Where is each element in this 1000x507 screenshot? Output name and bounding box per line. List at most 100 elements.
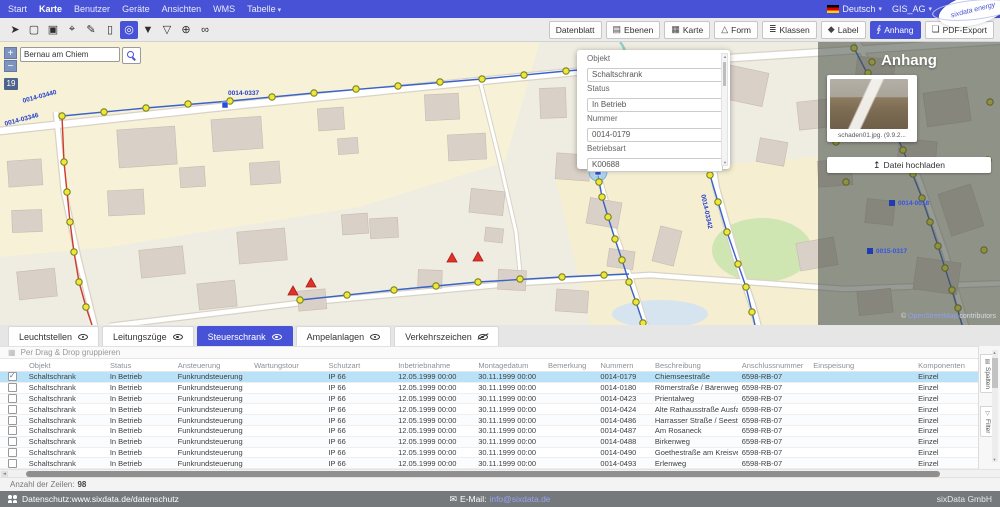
menu-item-geräte[interactable]: Geräte [122,4,150,14]
row-checkbox-cell [0,405,25,414]
column-header-anschlussnummer[interactable]: Anschlussnummer [738,361,810,370]
nummer-field[interactable] [587,128,723,142]
ebenen-icon: ▤ [613,24,622,35]
table-row[interactable]: SchaltschrankIn BetriebFunkrundsteuerung… [0,437,1000,448]
group-bar[interactable]: ▦ Per Drag & Drop gruppieren [0,346,1000,359]
eye-off-icon[interactable] [478,332,488,341]
menu-item-ansichten[interactable]: Ansichten [162,4,202,14]
row-checkbox[interactable] [8,459,17,468]
table-cell: Schaltschrank [25,383,106,392]
point-tool[interactable]: ⌖ [63,21,81,39]
email-link[interactable]: info@sixdata.de [489,494,550,504]
column-header-bemerkung[interactable]: Bemerkung [544,361,597,370]
table-row[interactable]: SchaltschrankIn BetriebFunkrundsteuerung… [0,415,1000,426]
eye-icon[interactable] [370,332,380,341]
edit-tool[interactable]: ✎ [82,21,100,39]
upload-file-button[interactable]: ↥ Datei hochladen [827,157,991,173]
tab-verkehrszeichen[interactable]: Verkehrszeichen [394,326,499,346]
search-input[interactable] [20,47,120,62]
row-checkbox[interactable] [8,426,17,435]
attachment-thumbnail[interactable] [830,79,908,129]
objekt-field[interactable] [587,68,723,82]
circle-select-tool[interactable]: ◎ [120,21,138,39]
table-row[interactable]: SchaltschrankIn BetriebFunkrundsteuerung… [0,448,1000,459]
anhang-button[interactable]: ∮Anhang [870,21,921,39]
measure-tool[interactable]: ⊕ [177,21,195,39]
table-row[interactable]: SchaltschrankIn BetriebFunkrundsteuerung… [0,426,1000,437]
menu-item-tabelle[interactable]: Tabelle ▾ [247,4,281,14]
zoom-out-button[interactable]: − [4,60,17,72]
horizontal-scrollbar[interactable]: ◂ [0,469,1000,477]
account-selector[interactable]: GIS_AG ▾ [892,4,932,14]
table-row[interactable]: SchaltschrankIn BetriebFunkrundsteuerung… [0,394,1000,405]
table-cell: 12.05.1999 00:00 [394,426,474,435]
menu-item-start[interactable]: Start [8,4,27,14]
column-header-ansteuerung[interactable]: Ansteuerung [174,361,250,370]
select-area-tool[interactable]: ▣ [44,21,62,39]
grid-header: ObjektStatusAnsteuerungWartungstourSchut… [0,359,1000,372]
table-cell: In Betrieb [106,426,174,435]
form-button[interactable]: △Form [714,21,758,39]
table-row[interactable]: SchaltschrankIn BetriebFunkrundsteuerung… [0,383,1000,394]
popup-scrollbar[interactable] [721,53,728,166]
row-checkbox[interactable] [8,437,17,446]
betriebsart-field[interactable] [587,158,723,172]
table-cell: Funkrundsteuerung [174,405,250,414]
vertical-scrollbar[interactable] [992,350,998,462]
filter-outline-tool[interactable]: ▽ [158,21,176,39]
menubar-items: Start Karte Benutzer Geräte Ansichten WMS Tabe… [8,4,281,14]
table-row[interactable]: SchaltschrankIn BetriebFunkrundsteuerung… [0,458,1000,469]
column-header-schutzart[interactable]: Schutzart [325,361,395,370]
attachment-card[interactable]: schaden01.jpg. (9.9.2... [827,75,917,142]
row-checkbox[interactable] [8,383,17,392]
column-header-beschreibung[interactable]: Beschreibung [651,361,738,370]
column-header-einspeisung[interactable]: Einspeisung [809,361,914,370]
row-checkbox[interactable] [8,394,17,403]
tab-steuerschrank[interactable]: Steuerschrank [197,326,293,346]
search-button[interactable] [122,47,141,64]
ebenen-button[interactable]: ▤Ebenen [606,21,661,39]
language-selector[interactable]: Deutsch ▾ [827,4,882,14]
menu-item-wms[interactable]: WMS [213,4,235,14]
anhang-icon: ∮ [877,24,882,35]
row-checkbox[interactable] [8,416,17,425]
klassen-button[interactable]: ≣Klassen [762,21,817,39]
datenblatt-button[interactable]: Datenblatt [549,21,602,39]
tab-ampelanlagen[interactable]: Ampelanlagen [296,326,392,346]
table-row[interactable]: SchaltschrankIn BetriebFunkrundsteuerung… [0,404,1000,415]
label-button[interactable]: ◆Label [821,21,866,39]
column-header-wartungstour[interactable]: Wartungstour [250,361,324,370]
delete-tool[interactable]: ▯ [101,21,119,39]
row-checkbox[interactable] [8,405,17,414]
tab-leuchtstellen[interactable]: Leuchtstellen [8,326,99,346]
column-header-inbetriebnahme[interactable]: Inbetriebnahme [394,361,474,370]
table-cell: Schaltschrank [25,416,106,425]
chevron-down-icon: ▾ [878,5,882,13]
cursor-tool[interactable]: ➤ [6,21,24,39]
row-checkbox[interactable] [8,372,17,381]
tab-leitungszüge[interactable]: Leitungszüge [102,326,194,346]
zoom-in-button[interactable]: + [4,47,17,59]
eye-icon[interactable] [272,332,282,341]
select-rect-tool[interactable]: ▢ [25,21,43,39]
column-header-montagedatum[interactable]: Montagedatum [474,361,544,370]
map-canvas[interactable]: + − 19 0014-03370014-034400014-033460014… [0,42,1000,325]
column-header-objekt[interactable]: Objekt [25,361,106,370]
table-cell: 0014-0486 [596,416,650,425]
privacy-link[interactable]: Datenschutz:www.sixdata.de/datenschutz [22,494,179,504]
eye-icon[interactable] [173,332,183,341]
table-row[interactable]: SchaltschrankIn BetriebFunkrundsteuerung… [0,372,1000,383]
column-header-nummern[interactable]: Nummern [597,361,651,370]
table-cell: Schaltschrank [25,459,106,468]
status-field[interactable] [587,98,723,112]
filter-tool[interactable]: ▼ [139,21,157,39]
point-icon: ⌖ [69,23,75,36]
karte-button[interactable]: ▦Karte [664,21,710,39]
link-tool[interactable]: ∞ [196,21,214,39]
column-header-status[interactable]: Status [106,361,174,370]
menu-item-karte[interactable]: Karte [39,4,62,14]
row-checkbox[interactable] [8,448,17,457]
eye-icon[interactable] [78,332,88,341]
menu-item-benutzer[interactable]: Benutzer [74,4,110,14]
osm-link[interactable]: OpenStreetMap [908,313,957,320]
